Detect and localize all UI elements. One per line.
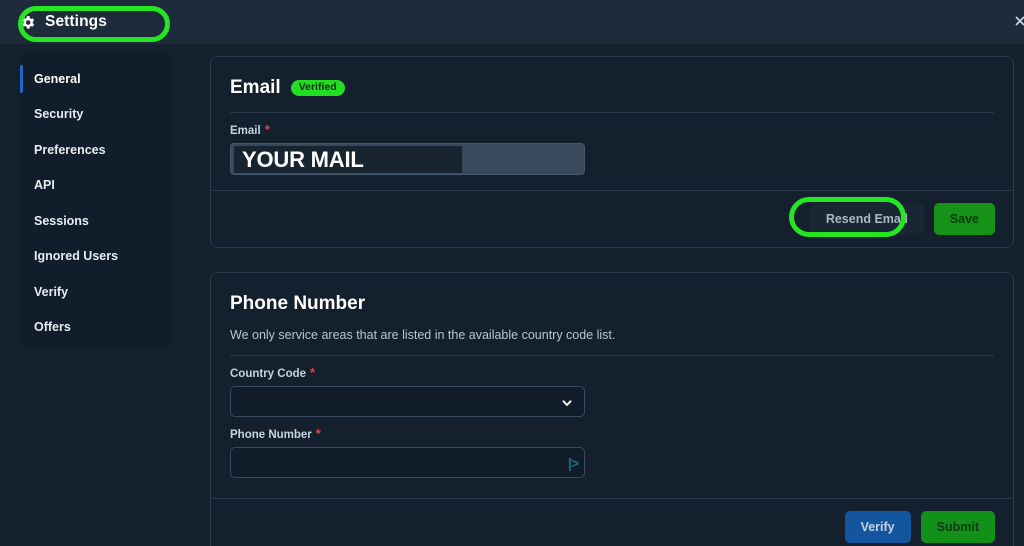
body-area: General Security Preferences API Session…	[0, 44, 1024, 546]
gear-icon	[19, 14, 36, 31]
divider	[230, 355, 994, 356]
required-marker: *	[264, 122, 270, 137]
verify-button[interactable]: Verify	[844, 511, 911, 543]
email-card-footer: Resend Email Save	[211, 190, 1013, 247]
required-marker: *	[315, 426, 321, 441]
phone-number-group: Phone Number * |>	[211, 426, 1013, 478]
save-button[interactable]: Save	[933, 203, 995, 235]
country-code-group: Country Code *	[211, 365, 1013, 417]
sidebar-item-label: Preferences	[34, 142, 106, 157]
phone-card-title: Phone Number	[230, 293, 366, 314]
email-field-label: Email *	[230, 122, 994, 137]
sidebar-item-label: Verify	[34, 284, 69, 299]
country-code-label-text: Country Code	[230, 368, 307, 380]
flag-placeholder-icon: |>	[567, 454, 579, 471]
country-code-label: Country Code *	[230, 365, 994, 380]
email-value: YOUR MAIL	[242, 146, 364, 172]
phone-number-label: Phone Number *	[230, 426, 994, 441]
email-card-header: Email Verified	[211, 57, 1013, 99]
page-title: Settings	[45, 13, 107, 30]
sidebar-item-label: Ignored Users	[34, 249, 119, 264]
sidebar-item-security[interactable]: Security	[20, 97, 173, 133]
email-card-title: Email	[230, 77, 281, 98]
sidebar-item-api[interactable]: API	[20, 168, 173, 204]
phone-number-label-text: Phone Number	[230, 429, 312, 441]
phone-card-footer: Verify Submit	[211, 498, 1013, 546]
settings-sidebar: General Security Preferences API Session…	[20, 52, 173, 348]
sidebar-item-label: Offers	[34, 320, 71, 335]
sidebar-item-label: Security	[34, 107, 84, 122]
sidebar-item-verify[interactable]: Verify	[20, 274, 173, 310]
sidebar-item-sessions[interactable]: Sessions	[20, 203, 173, 239]
country-code-select[interactable]	[230, 386, 585, 417]
email-field-group: Email * YOUR MAIL	[211, 122, 1013, 175]
sidebar-item-preferences[interactable]: Preferences	[20, 132, 173, 168]
email-input[interactable]: YOUR MAIL	[230, 143, 585, 175]
phone-title-row: Phone Number	[230, 293, 994, 315]
header-title-group: Settings	[0, 13, 107, 31]
submit-button[interactable]: Submit	[920, 511, 995, 543]
phone-card-description: We only service areas that are listed in…	[230, 328, 616, 342]
required-marker: *	[310, 365, 316, 380]
email-redaction-block: YOUR MAIL	[234, 146, 462, 173]
settings-window: Settings General Security Preferences AP…	[0, 0, 1024, 546]
sidebar-item-general[interactable]: General	[20, 61, 173, 97]
phone-number-input[interactable]: |>	[230, 447, 585, 478]
sidebar-item-ignored-users[interactable]: Ignored Users	[20, 239, 173, 275]
sidebar-item-label: Sessions	[34, 213, 89, 228]
sidebar-item-label: General	[34, 71, 81, 86]
email-card: Email Verified Email * YOUR MAIL Resend …	[210, 56, 1014, 248]
phone-card: Phone Number We only service areas that …	[210, 272, 1014, 546]
email-label-text: Email	[230, 125, 261, 137]
sidebar-item-label: API	[34, 178, 55, 193]
resend-email-button[interactable]: Resend Email	[809, 203, 924, 235]
settings-main-panel: Email Verified Email * YOUR MAIL Resend …	[190, 44, 1024, 546]
window-header: Settings	[0, 0, 1024, 44]
close-icon[interactable]	[1013, 14, 1024, 28]
email-title-row: Email Verified	[230, 77, 994, 99]
phone-card-header: Phone Number We only service areas that …	[211, 273, 1013, 342]
chevron-down-icon	[561, 396, 573, 408]
sidebar-item-offers[interactable]: Offers	[20, 310, 173, 346]
divider	[230, 112, 994, 113]
status-badge: Verified	[290, 79, 345, 97]
